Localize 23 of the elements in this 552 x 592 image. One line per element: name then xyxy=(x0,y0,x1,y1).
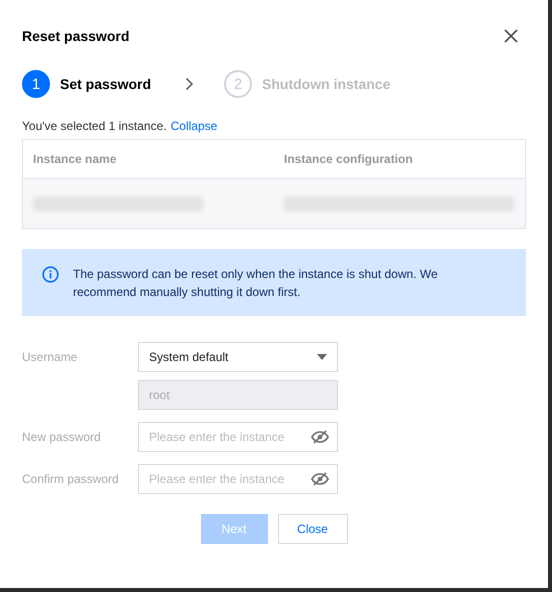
field-label: New password xyxy=(22,429,102,446)
username-field: root xyxy=(138,380,338,410)
column-header: Instance name xyxy=(32,152,118,166)
field-label: Confirm password xyxy=(22,471,120,488)
step-label: Set password xyxy=(60,76,152,92)
info-icon xyxy=(42,266,59,283)
eye-slash-icon[interactable] xyxy=(311,430,329,444)
password-field[interactable]: Please enter the instance xyxy=(138,464,338,494)
step-label: Shutdown instance xyxy=(262,76,390,92)
step-number: 1 xyxy=(22,70,50,98)
close-button[interactable]: Close xyxy=(278,514,348,544)
collapse-link[interactable]: Collapse xyxy=(170,119,218,133)
username-dropdown[interactable]: System default xyxy=(138,342,338,372)
password-field[interactable]: Please enter the instance xyxy=(138,422,338,452)
column-header: Instance configuration xyxy=(283,152,414,166)
field-label: Username xyxy=(22,349,78,366)
selection-text: You've selected 1 instance. xyxy=(22,119,167,133)
dialog-title: Reset password xyxy=(22,28,130,44)
close-icon[interactable] xyxy=(504,29,518,43)
eye-slash-icon[interactable] xyxy=(311,472,329,486)
caret-icon xyxy=(317,354,327,360)
chevron-right-icon xyxy=(185,77,194,91)
notice-text: The password can be reset only when the instance is shut down. We recommend manually shutting it down first. xyxy=(73,266,439,301)
